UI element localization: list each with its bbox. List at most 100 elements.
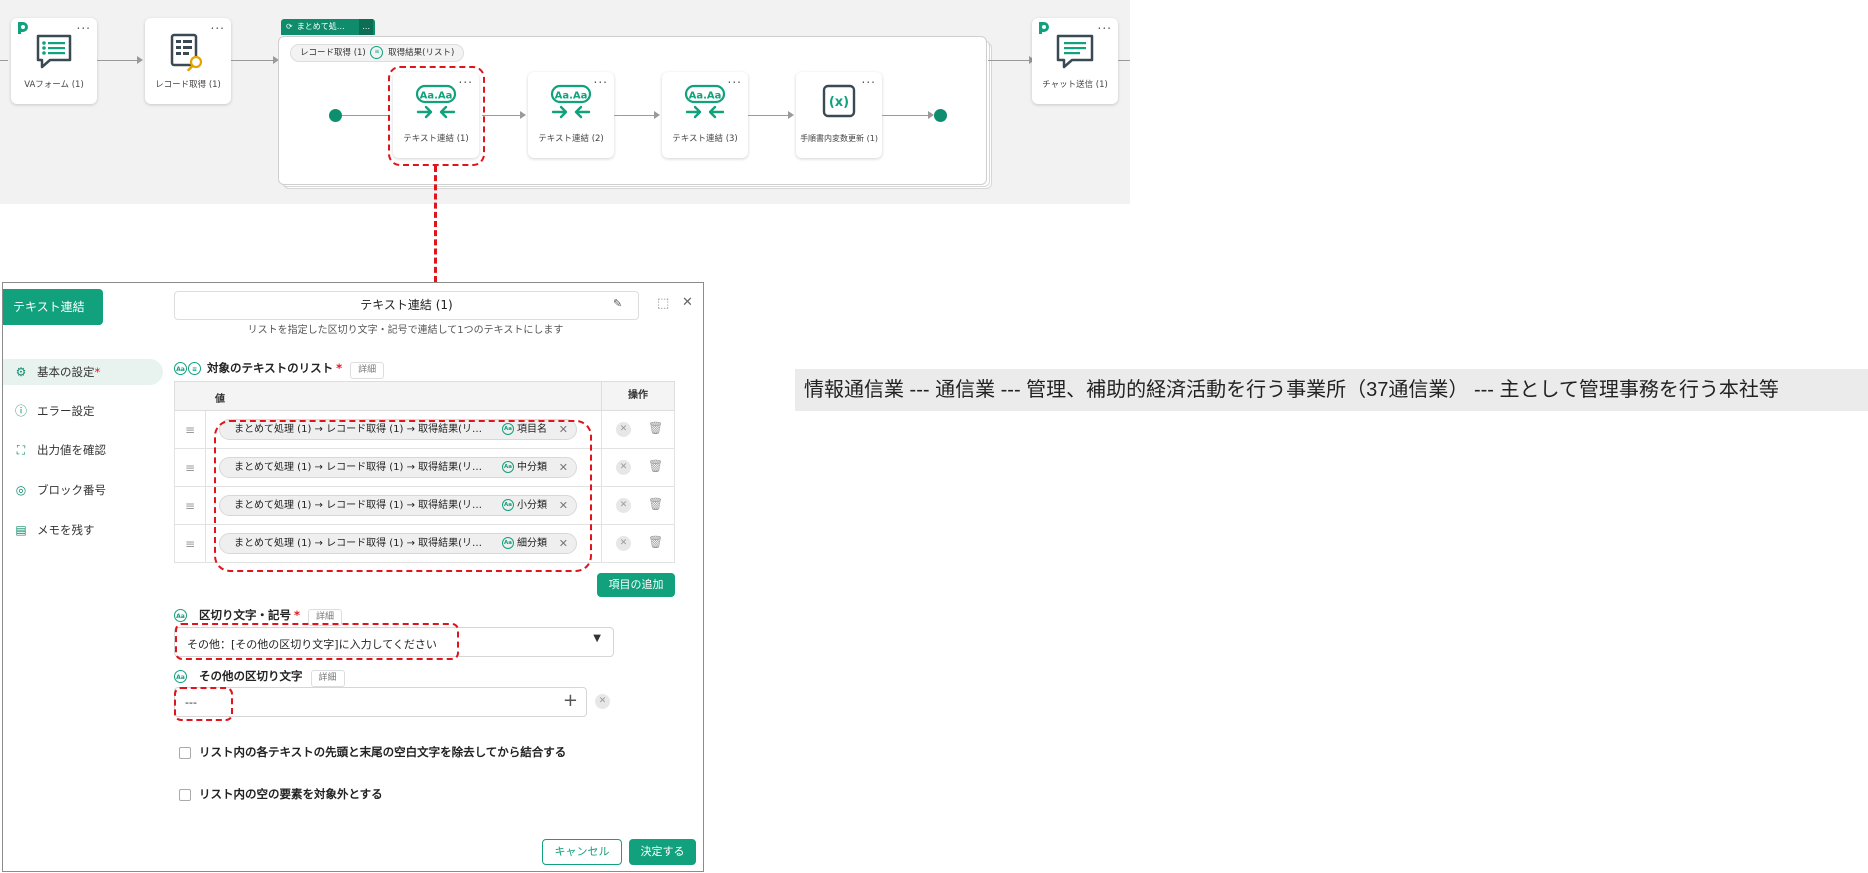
output-frame-icon: ⛶ (16, 443, 26, 457)
node-record-get[interactable]: ... レコード取得 (1) (145, 18, 231, 104)
connector-arrow (654, 111, 660, 119)
table-search-icon (168, 32, 208, 78)
drag-handle-icon[interactable]: ≡ (175, 487, 206, 524)
node-menu-icon[interactable]: ... (862, 73, 876, 85)
trash-icon[interactable]: 🗑 (648, 459, 663, 473)
sidebar-item-label: ブロック番号 (37, 483, 106, 497)
node-variable-update[interactable]: ... (x) 手順書内変数更新 (1) (796, 72, 882, 158)
connector-arrow (788, 111, 794, 119)
callout-connector (434, 166, 437, 282)
required-mark: * (336, 361, 343, 375)
sidebar-item-label: 基本の設定 (37, 365, 95, 379)
trash-icon[interactable]: 🗑 (648, 421, 663, 435)
connector-line (882, 115, 930, 116)
clear-icon[interactable]: ✕ (616, 422, 631, 437)
clear-icon[interactable]: ✕ (616, 536, 631, 551)
connector-arrow (520, 111, 526, 119)
form-list-icon (34, 32, 74, 76)
close-icon[interactable]: ✕ (682, 295, 693, 310)
other-delimiter-field[interactable]: --- + (174, 687, 587, 717)
plus-icon[interactable]: + (563, 690, 578, 711)
node-text-concat-2[interactable]: ... Aa.Aa テキスト連結 (2) (528, 72, 614, 158)
node-menu-icon[interactable]: ... (728, 73, 742, 85)
highlight-variable-list (214, 420, 592, 572)
list-icon: ≡ (370, 46, 384, 59)
text-concat-icon: Aa.Aa (550, 84, 592, 124)
error-icon: ⓘ (14, 404, 27, 418)
row-operations: ✕ 🗑 (601, 449, 674, 486)
checkbox[interactable] (179, 746, 191, 759)
node-va-form[interactable]: ... VAフォーム (1) (11, 18, 97, 104)
node-label: チャット送信 (1) (1042, 80, 1108, 90)
node-label: 手順書内変数更新 (1) (800, 134, 878, 143)
sidebar-item-error-settings[interactable]: ⓘ エラー設定 (13, 398, 151, 424)
checkbox[interactable] (179, 788, 191, 801)
node-menu-icon[interactable]: ... (211, 19, 225, 31)
clear-icon[interactable]: ✕ (616, 498, 631, 513)
group-source-record: レコード取得 (1) (300, 48, 366, 58)
sidebar-item-output-check[interactable]: ⛶ 出力値を確認 (13, 437, 151, 463)
drag-handle-icon[interactable]: ≡ (175, 449, 206, 486)
detail-button[interactable]: 詳細 (310, 670, 345, 687)
node-chat-send[interactable]: ... チャット送信 (1) (1032, 18, 1118, 104)
dialog-description: リストを指定した区切り文字・記号で連結して1つのテキストにします (247, 325, 564, 336)
svg-text:(x): (x) (829, 95, 849, 110)
section-title: その他の区切り文字 (199, 669, 303, 683)
group-source-result: 取得結果(リスト) (388, 48, 455, 58)
column-header-value: 値 (215, 394, 225, 405)
trigger-icon (15, 20, 29, 40)
sidebar-item-label: メモを残す (37, 523, 95, 537)
connector-line (231, 60, 273, 61)
node-label: テキスト連結 (3) (672, 134, 738, 144)
loop-group-tab[interactable]: ⟳ まとめて処… ... (281, 19, 375, 35)
clear-icon[interactable]: ✕ (616, 460, 631, 475)
add-item-button[interactable]: 項目の追加 (597, 573, 675, 597)
connector-line (988, 60, 1029, 61)
exclude-empty-option[interactable]: リスト内の空の要素を対象外とする (179, 786, 383, 802)
node-menu-icon[interactable]: ... (1098, 19, 1112, 31)
group-menu-icon[interactable]: ... (359, 19, 373, 35)
other-delimiter-heading: Aa その他の区切り文字 詳細 (174, 668, 345, 687)
text-type-icon: Aa (174, 670, 187, 683)
node-menu-icon[interactable]: ... (77, 19, 91, 31)
connector-line (614, 115, 654, 116)
select-area-icon[interactable]: ⬚ (657, 296, 669, 311)
trigger-icon (1036, 20, 1050, 40)
trash-icon[interactable]: 🗑 (648, 497, 663, 511)
block-number-icon: ◎ (15, 483, 27, 497)
svg-text:Aa.Aa: Aa.Aa (555, 91, 588, 102)
column-header-ops: 操作 (601, 382, 674, 410)
section-title: 対象のテキストのリスト (207, 361, 334, 375)
list-section-heading: Aa ≡ 対象のテキストのリスト * 詳細 (174, 360, 385, 379)
trash-icon[interactable]: 🗑 (648, 535, 663, 549)
concatenated-result-text: 情報通信業 --- 通信業 --- 管理、補助的経済活動を行う事業所（37通信業… (804, 379, 1779, 401)
sidebar-item-basic-settings[interactable]: ⚙ 基本の設定* (3, 359, 163, 385)
group-start-dot (329, 109, 342, 122)
sidebar-item-block-number[interactable]: ◎ ブロック番号 (13, 477, 151, 503)
trim-whitespace-option[interactable]: リスト内の各テキストの先頭と末尾の空白文字を除去してから結合する (179, 744, 566, 760)
edit-pencil-icon[interactable]: ✎ (613, 297, 622, 310)
highlight-selected-node (388, 66, 485, 166)
memo-icon: ▤ (15, 523, 27, 537)
confirm-button[interactable]: 決定する (629, 839, 696, 865)
cancel-button[interactable]: キャンセル (542, 839, 622, 865)
dialog-tab[interactable]: テキスト連結 (3, 289, 103, 325)
required-mark: * (294, 608, 301, 622)
clear-icon[interactable]: ✕ (595, 694, 610, 709)
connector-line (0, 60, 8, 61)
block-title-field[interactable]: テキスト連結 (1) (174, 291, 639, 320)
node-menu-icon[interactable]: ... (594, 73, 608, 85)
variable-icon: (x) (822, 84, 856, 122)
drag-handle-icon[interactable]: ≡ (175, 411, 206, 448)
node-label: VAフォーム (1) (24, 80, 84, 90)
node-text-concat-3[interactable]: ... Aa.Aa テキスト連結 (3) (662, 72, 748, 158)
chat-list-icon (1054, 32, 1096, 76)
drag-handle-icon[interactable]: ≡ (175, 525, 206, 562)
node-label: テキスト連結 (2) (538, 134, 604, 144)
group-source-chip[interactable]: レコード取得 (1) ≡ 取得結果(リスト) (290, 44, 465, 62)
sidebar-item-memo[interactable]: ▤ メモを残す (13, 517, 151, 543)
detail-button[interactable]: 詳細 (350, 362, 385, 379)
row-operations: ✕ 🗑 (601, 411, 674, 448)
settings-dialog: テキスト連結 ⚙ 基本の設定* ⓘ エラー設定 ⛶ 出力値を確認 ◎ ブロック番号 ▤ メ… (2, 282, 704, 872)
sidebar-item-label: エラー設定 (37, 404, 95, 418)
